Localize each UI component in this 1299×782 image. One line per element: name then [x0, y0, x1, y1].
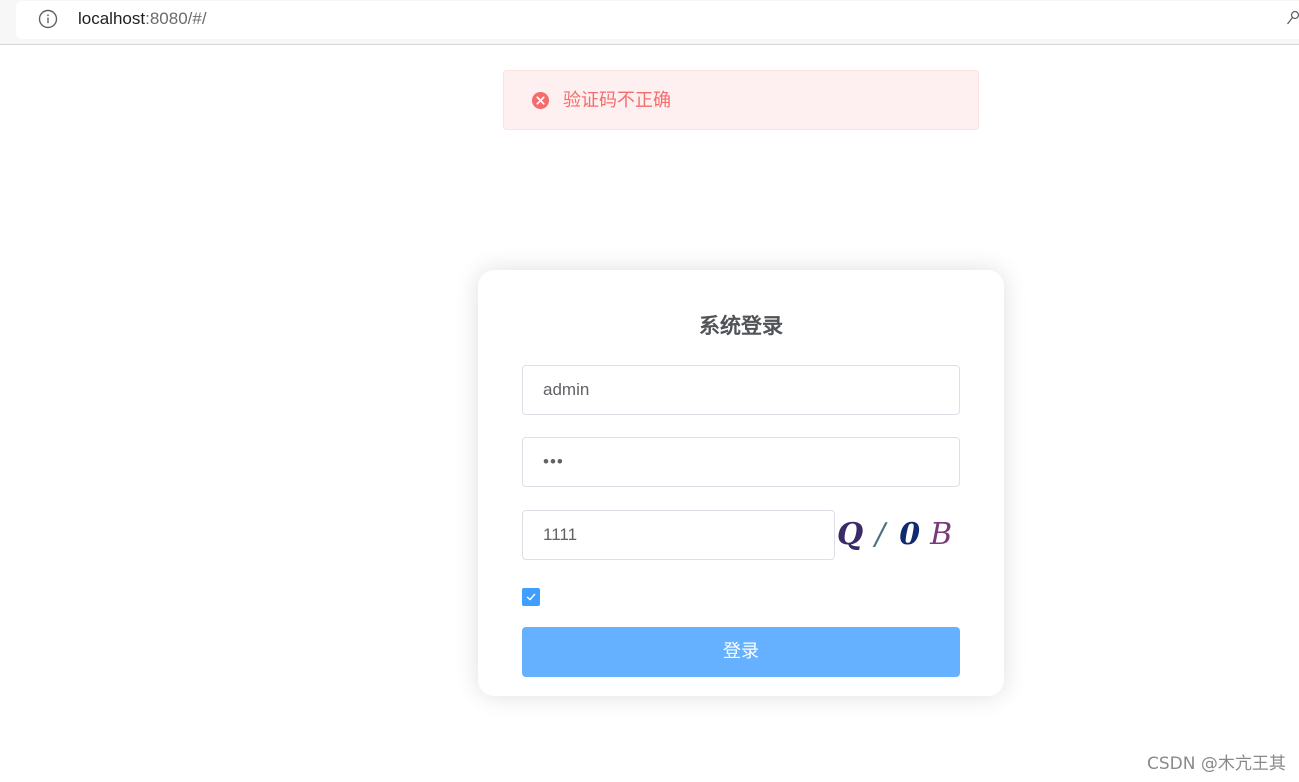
login-card: 系统登录 Q/0B 登录 — [478, 270, 1004, 696]
url-host: localhost — [78, 9, 146, 28]
info-icon[interactable] — [38, 9, 58, 29]
error-message: 验证码不正确 — [503, 70, 979, 130]
key-icon[interactable] — [1286, 9, 1299, 29]
remember-checkbox[interactable] — [522, 588, 540, 606]
login-title: 系统登录 — [699, 314, 783, 338]
captcha-text: Q/0 B — [837, 517, 953, 552]
check-icon — [526, 593, 536, 601]
error-circle-icon — [531, 91, 550, 110]
login-button[interactable]: 登录 — [522, 627, 960, 677]
address-bar[interactable] — [16, 1, 1299, 39]
username-input[interactable] — [522, 365, 960, 415]
url-text[interactable]: localhost:8080/#/ — [78, 9, 207, 29]
url-path: :8080/#/ — [145, 9, 207, 28]
captcha-input[interactable] — [522, 510, 835, 560]
password-input[interactable] — [522, 437, 960, 487]
browser-toolbar: localhost:8080/#/ — [0, 0, 1299, 45]
watermark-text: CSDN @木亢王其 — [1147, 754, 1286, 774]
error-message-text: 验证码不正确 — [563, 90, 671, 111]
captcha-image[interactable]: Q/0 B — [835, 510, 953, 560]
